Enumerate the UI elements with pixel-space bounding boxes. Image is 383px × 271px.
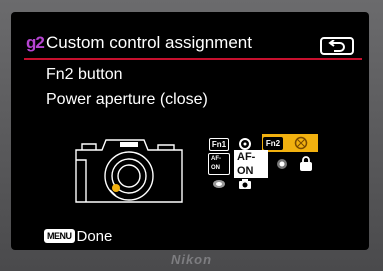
movie-record-control[interactable] [234,176,256,192]
control-selection-grid: Fn1 Fn2 AF-ON AF-ON [208,134,368,200]
header-divider [24,58,362,60]
dial-icon [239,138,251,150]
camera-icon [239,179,251,189]
menu-key-badge: MENU [44,229,75,243]
done-label: Done [76,227,113,245]
af-on-button-control[interactable]: AF-ON [234,150,268,178]
fn2-dial-control[interactable] [284,134,318,152]
return-arrow-icon [328,40,345,52]
assigned-function-label: Power aperture (close) [46,91,208,108]
page-title: Custom control assignment [46,33,252,52]
menu-code: g2 [26,33,45,52]
sub-selector-icon [277,159,287,169]
af-label-control[interactable]: AF-ON [208,153,230,175]
selected-control-label: Fn2 button [46,66,123,83]
camera-front-illustration [75,139,183,203]
done-prompt[interactable]: MENU Done [44,227,112,245]
lens-ring-icon [213,180,225,188]
sub-selector-control[interactable] [274,156,290,172]
lock-button-icon [300,156,312,171]
fn2-button-highlight [112,184,120,192]
command-dial-icon [294,136,308,150]
nikon-logo: Nikon [170,252,213,267]
ae-lock-control[interactable] [296,154,316,174]
lens-fn-control[interactable] [208,176,230,192]
back-button[interactable] [320,37,354,55]
fn1-control[interactable]: Fn1 [208,136,230,152]
